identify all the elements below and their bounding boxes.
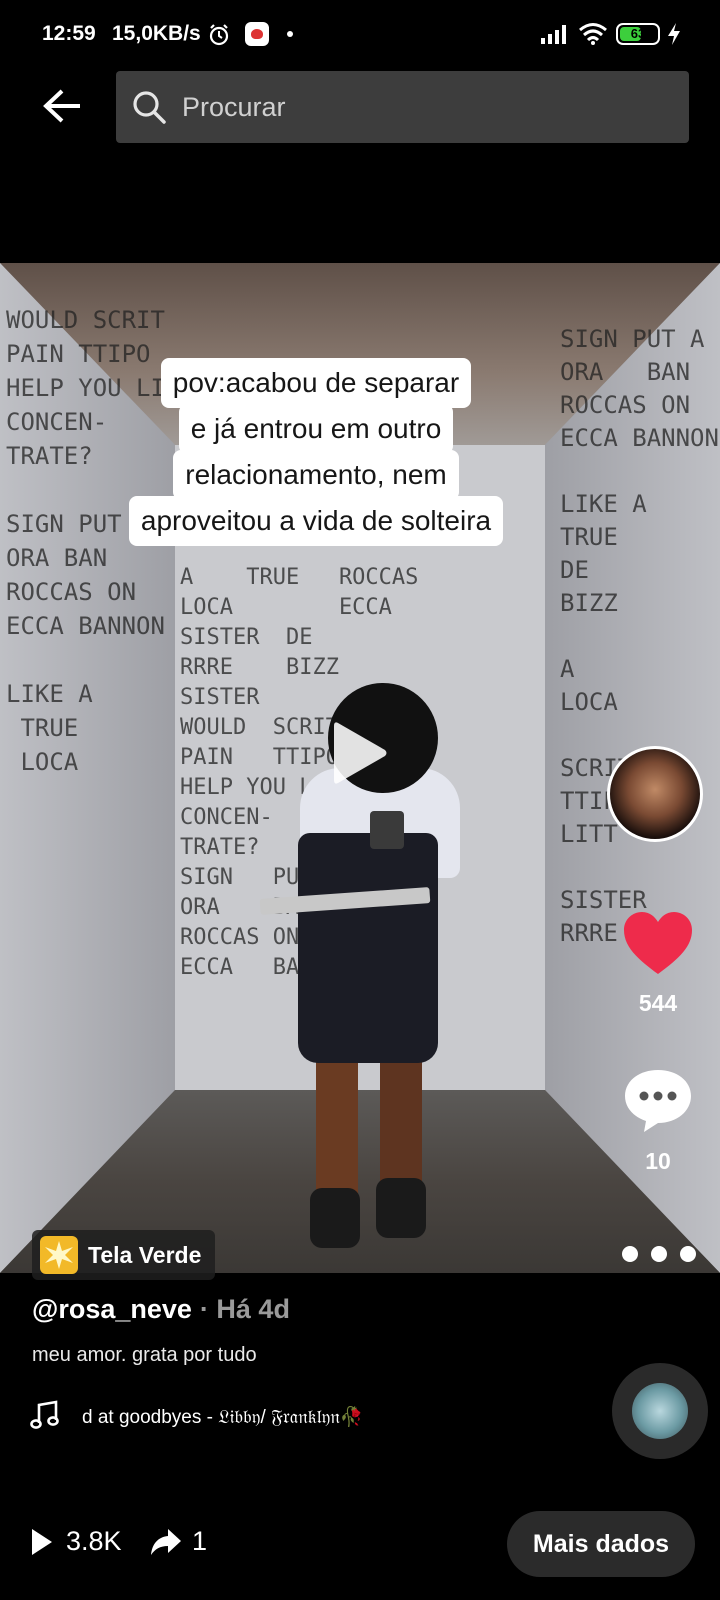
green-screen-effect-icon bbox=[40, 1236, 78, 1274]
battery-level: 63 bbox=[630, 26, 646, 41]
author-avatar[interactable] bbox=[607, 746, 703, 842]
search-icon bbox=[133, 91, 166, 124]
more-options-icon[interactable] bbox=[622, 1244, 696, 1264]
charging-icon bbox=[668, 23, 680, 45]
caption-line: e já entrou em outro bbox=[178, 404, 454, 454]
back-button[interactable] bbox=[40, 84, 84, 128]
caption-line: relacionamento, nem bbox=[173, 450, 459, 500]
caption-line: aproveitou a vida de solteira bbox=[128, 496, 504, 546]
wall-scribble-right: SIGN PUT A ORA BAN ROCCAS ON ECCA BANNON… bbox=[560, 325, 719, 947]
battery-icon: 63 bbox=[616, 23, 660, 45]
post-time: · Há 4d bbox=[199, 1294, 290, 1324]
video-caption: pov:acabou de separar e já entrou em out… bbox=[96, 358, 536, 546]
comment-count: 10 bbox=[645, 1148, 671, 1174]
heart-icon[interactable] bbox=[622, 910, 694, 978]
wifi-icon bbox=[579, 23, 607, 45]
share-count: 1 bbox=[192, 1526, 208, 1556]
music-note-icon bbox=[30, 1400, 59, 1429]
back-arrow-icon bbox=[43, 89, 80, 123]
author-row: @rosa_neve · Há 4d bbox=[32, 1294, 290, 1325]
play-count-icon bbox=[32, 1529, 52, 1555]
status-bar: 12:59 15,0KB/s 63 bbox=[0, 0, 720, 70]
like-count: 544 bbox=[638, 990, 678, 1016]
author-name[interactable]: @rosa_neve bbox=[32, 1294, 192, 1324]
caption-line: pov:acabou de separar bbox=[160, 358, 472, 408]
signal-icon bbox=[541, 25, 566, 44]
music-title[interactable]: d at goodbyes - 𝔏𝔦𝔟𝔟𝔶/ 𝔉𝔯𝔞𝔫𝔨𝔩𝔶𝔫🥀 bbox=[82, 1405, 364, 1429]
search-input[interactable] bbox=[182, 91, 662, 123]
effect-chip[interactable]: Tela Verde bbox=[32, 1230, 216, 1280]
music-cover-icon bbox=[632, 1383, 688, 1439]
play-icon[interactable] bbox=[332, 719, 388, 787]
effect-label: Tela Verde bbox=[88, 1241, 202, 1268]
alarm-icon bbox=[209, 24, 229, 46]
video-player[interactable]: WOULD SCRIT PAIN TTIPO HELP YOU LITT CON… bbox=[0, 263, 720, 1273]
music-disc[interactable] bbox=[612, 1363, 708, 1459]
comment-icon[interactable] bbox=[622, 1066, 694, 1134]
more-data-button[interactable]: Mais dados bbox=[507, 1511, 695, 1577]
status-time: 12:59 bbox=[42, 22, 96, 45]
play-count: 3.8K bbox=[66, 1526, 122, 1556]
network-speed: 15,0KB/s bbox=[112, 22, 201, 45]
app-notification-icon bbox=[245, 22, 269, 46]
share-icon[interactable] bbox=[150, 1527, 182, 1557]
search-bar[interactable] bbox=[116, 71, 689, 143]
notification-dot-icon bbox=[287, 31, 293, 37]
post-description: meu amor. grata por tudo bbox=[32, 1344, 257, 1366]
